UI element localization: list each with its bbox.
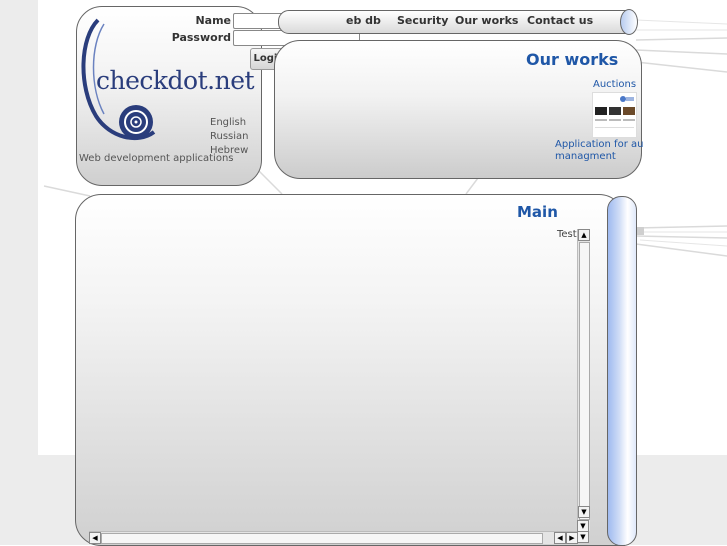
scroll-right-icon[interactable]: ◀: [554, 532, 566, 544]
our-works-title: Our works: [526, 50, 619, 69]
password-label: Password: [171, 31, 231, 44]
logo-text: checkdot.net: [96, 66, 255, 95]
scroll-up-icon[interactable]: ▲: [578, 229, 590, 241]
nav-bar-cap: [620, 9, 638, 35]
language-english-link[interactable]: English: [210, 117, 246, 128]
tagline: Web development applications: [79, 153, 234, 164]
main-panel: [75, 194, 625, 546]
scroll-left-icon[interactable]: ◀: [89, 532, 101, 544]
nav-item-security[interactable]: Security: [397, 14, 448, 27]
horizontal-scrollbar-thumb[interactable]: [101, 533, 543, 544]
works-link-application-line2[interactable]: managment: [555, 151, 616, 162]
page-background-left: [0, 0, 38, 545]
horizontal-scrollbar[interactable]: ◀ ◀ ▶: [89, 531, 578, 544]
works-link-application-line1[interactable]: Application for au: [555, 139, 643, 150]
auctions-thumbnail[interactable]: [592, 92, 637, 138]
nav-item-web-db[interactable]: eb db: [346, 14, 381, 27]
nav-item-our-works[interactable]: Our works: [455, 14, 518, 27]
nav-item-contact-us[interactable]: Contact us: [527, 14, 593, 27]
works-link-auctions[interactable]: Auctions: [593, 79, 636, 90]
scroll-down-icon[interactable]: ▼: [578, 506, 590, 518]
main-panel-cap: [607, 196, 637, 546]
name-label: Name: [195, 14, 231, 27]
scrollbar-corner-down-icon[interactable]: ▼: [577, 531, 589, 543]
main-content-text: Test: [557, 229, 577, 240]
language-russian-link[interactable]: Russian: [210, 131, 249, 142]
main-title: Main: [517, 203, 558, 221]
vertical-scrollbar-thumb[interactable]: [579, 242, 590, 520]
vertical-scrollbar[interactable]: ▲ ▼: [577, 229, 590, 531]
auctions-thumbnail-image: [593, 93, 636, 137]
